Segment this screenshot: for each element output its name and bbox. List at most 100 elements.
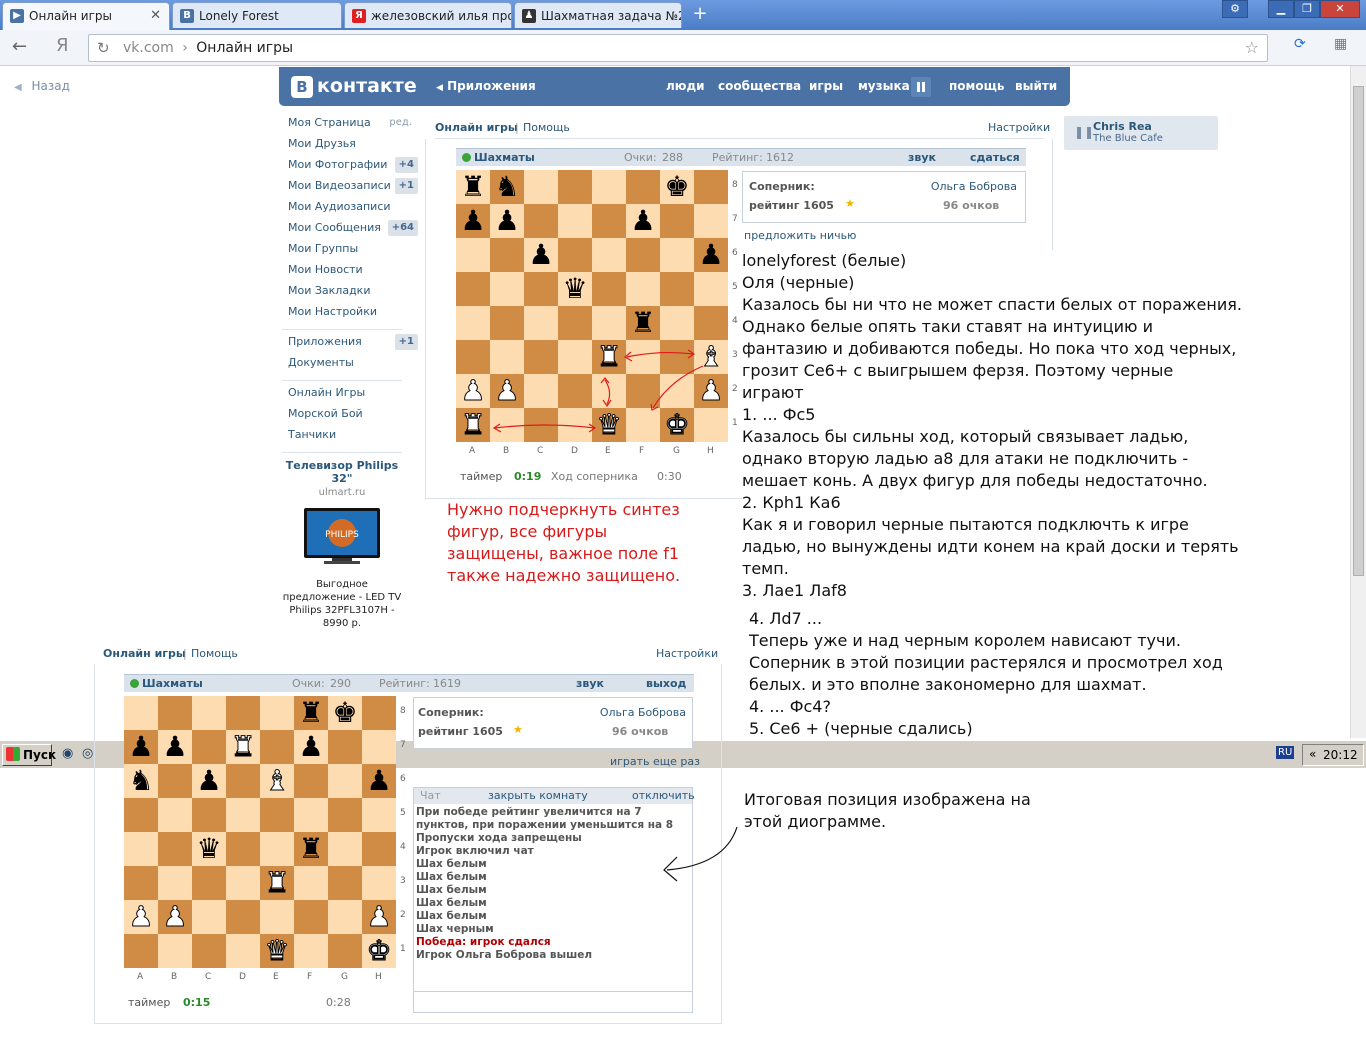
square-e4[interactable] [592,306,626,340]
square-e6[interactable]: ♝ [260,764,294,798]
menu-item[interactable]: Мои Новости [288,263,418,284]
tab-3[interactable]: Яжелезовский илья проз [344,2,512,28]
resign-button[interactable]: сдаться [970,151,1020,164]
square-f5[interactable] [626,272,660,306]
square-f8[interactable]: ♜ [294,696,328,730]
close-tab-icon[interactable]: ✕ [150,8,161,23]
square-g8[interactable]: ♚ [660,170,694,204]
square-a5[interactable] [456,272,490,306]
nav-logout[interactable]: выйти [1015,79,1057,93]
black-pawn-icon[interactable]: ♟ [528,238,553,271]
offer-draw-link[interactable]: предложить ничью [744,229,856,242]
square-e3[interactable]: ♜ [260,866,294,900]
square-g5[interactable] [660,272,694,306]
black-pawn-icon[interactable]: ♟ [460,204,485,237]
close-window-button[interactable]: ✕ [1320,0,1360,18]
audio-player[interactable]: ❚❚ Chris Rea The Blue Cafe [1064,116,1218,150]
chess-board-2[interactable]: ♜ ♚ ♟ ♟ ♜ ♟ ♞ ♟ ♝ ♟ ♛ ♜ ♜ ♟ ♟ ♟ ♛ ♚ A B C D E F G H 8 7 6 5 4 3 2 1 [124,696,406,982]
square-g7[interactable] [328,730,362,764]
square-h4[interactable] [362,832,396,866]
white-pawn-icon[interactable]: ♟ [366,900,392,934]
menu-item[interactable]: Документы [288,356,418,377]
square-g1[interactable] [328,934,362,968]
black-king-icon[interactable]: ♚ [332,696,357,729]
menu-item[interactable]: Мои Аудиозаписи [288,200,418,221]
menu-item[interactable]: Моя Страница ред. [288,116,418,137]
sound-button[interactable]: звук [908,151,936,164]
close-room-link[interactable]: закрыть комнату [488,789,588,802]
opponent-name[interactable]: Ольга Боброва [600,706,686,719]
back-link[interactable]: ◀ Назад [14,79,70,93]
square-e6[interactable] [592,238,626,272]
white-king-icon[interactable]: ♚ [366,934,392,968]
menu-count-badge[interactable]: +1 [394,178,418,194]
star-icon[interactable]: ☆ [1245,38,1259,57]
square-c7[interactable] [524,204,558,238]
new-tab-button[interactable]: + [688,3,712,25]
square-f1[interactable] [294,934,328,968]
square-c8[interactable] [524,170,558,204]
page-scrollbar[interactable] [1350,66,1366,738]
minimize-button[interactable]: ▁ [1268,0,1294,18]
square-e5[interactable] [260,798,294,832]
square-a5[interactable] [124,798,158,832]
white-pawn-icon[interactable]: ♟ [128,900,154,934]
white-rook-icon[interactable]: ♜ [264,866,290,900]
pause-icon[interactable] [911,77,931,97]
tv-image[interactable]: PHILIPS [302,506,382,568]
back-arrow-icon[interactable]: ← [12,36,27,57]
black-rook-icon[interactable]: ♜ [298,832,323,865]
square-d7[interactable]: ♜ [226,730,260,764]
square-h6[interactable]: ♟ [362,764,396,798]
square-a7[interactable]: ♟ [456,204,490,238]
tray-chevron-icon[interactable]: « [1309,747,1316,761]
square-a8[interactable] [124,696,158,730]
menu-count-badge[interactable]: +64 [387,220,418,236]
nav-people[interactable]: люди [666,79,705,93]
black-knight-icon[interactable]: ♞ [494,170,519,203]
square-c2[interactable] [192,900,226,934]
square-e4[interactable] [260,832,294,866]
tab-help[interactable]: Помощь [191,647,238,660]
start-button[interactable]: Пуск [2,744,56,766]
square-f4[interactable]: ♜ [626,306,660,340]
square-f6[interactable] [626,238,660,272]
menu-item[interactable]: Приложения +1 [288,334,418,356]
white-bishop-icon[interactable]: ♝ [264,764,290,798]
square-d4[interactable] [558,306,592,340]
square-a2[interactable]: ♟ [124,900,158,934]
black-pawn-icon[interactable]: ♟ [366,764,391,797]
disable-chat-link[interactable]: отключить [632,789,695,802]
square-h5[interactable] [694,272,728,306]
maximize-button[interactable]: ❐ [1294,0,1320,18]
square-c3[interactable] [192,866,226,900]
square-d3[interactable] [226,866,260,900]
black-pawn-icon[interactable]: ♟ [630,204,655,237]
square-b1[interactable] [158,934,192,968]
square-g6[interactable] [328,764,362,798]
square-h7[interactable] [694,204,728,238]
square-h4[interactable] [694,306,728,340]
square-h8[interactable] [362,696,396,730]
square-b4[interactable] [490,306,524,340]
square-f6[interactable] [294,764,328,798]
square-h5[interactable] [362,798,396,832]
square-c7[interactable] [192,730,226,764]
black-rook-icon[interactable]: ♜ [630,306,655,339]
sound-button[interactable]: звук [576,677,604,690]
tab-help[interactable]: Помощь [523,121,570,134]
ad-block[interactable]: Телевизор Philips 32" ulmart.ru PHILIPS … [282,459,402,630]
black-pawn-icon[interactable]: ♟ [698,238,723,271]
square-c6[interactable]: ♟ [192,764,226,798]
square-h3[interactable] [362,866,396,900]
square-e8[interactable] [592,170,626,204]
square-f8[interactable] [626,170,660,204]
menu-item[interactable]: Танчики [288,428,418,449]
edit-link[interactable]: ред. [389,116,412,130]
menu-item[interactable]: Мои Фотографии +4 [288,157,418,179]
quicklaunch-icon-2[interactable]: ◎ [82,746,93,761]
tab-1[interactable]: ▶ Онлайн игры ✕ [2,2,170,30]
black-pawn-icon[interactable]: ♟ [196,764,221,797]
square-f2[interactable] [294,900,328,934]
black-pawn-icon[interactable]: ♟ [298,730,323,763]
